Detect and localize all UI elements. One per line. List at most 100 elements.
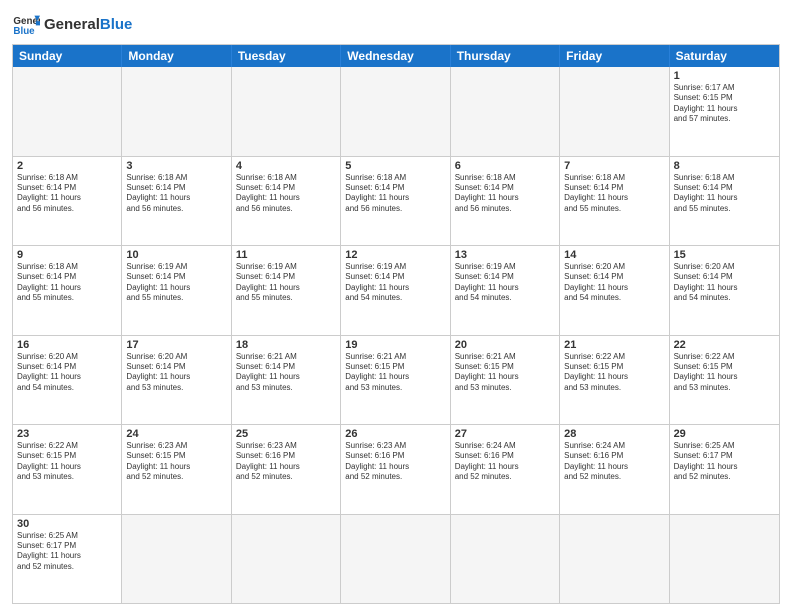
day-cell-9: 9Sunrise: 6:18 AM Sunset: 6:14 PM Daylig… xyxy=(13,246,122,335)
cell-info: Sunrise: 6:22 AM Sunset: 6:15 PM Dayligh… xyxy=(674,352,775,394)
day-number: 11 xyxy=(236,249,336,261)
day-number: 14 xyxy=(564,249,664,261)
day-number: 25 xyxy=(236,428,336,440)
weekday-header-friday: Friday xyxy=(560,45,669,67)
calendar: SundayMondayTuesdayWednesdayThursdayFrid… xyxy=(12,44,780,604)
day-cell-5: 5Sunrise: 6:18 AM Sunset: 6:14 PM Daylig… xyxy=(341,157,450,246)
day-cell-18: 18Sunrise: 6:21 AM Sunset: 6:14 PM Dayli… xyxy=(232,336,341,425)
weekday-header-wednesday: Wednesday xyxy=(341,45,450,67)
day-number: 5 xyxy=(345,160,445,172)
cell-info: Sunrise: 6:21 AM Sunset: 6:15 PM Dayligh… xyxy=(455,352,555,394)
cell-info: Sunrise: 6:19 AM Sunset: 6:14 PM Dayligh… xyxy=(455,262,555,304)
empty-cell-r5c2 xyxy=(232,515,341,604)
day-cell-15: 15Sunrise: 6:20 AM Sunset: 6:14 PM Dayli… xyxy=(670,246,779,335)
cell-info: Sunrise: 6:18 AM Sunset: 6:14 PM Dayligh… xyxy=(126,173,226,215)
day-number: 3 xyxy=(126,160,226,172)
day-cell-8: 8Sunrise: 6:18 AM Sunset: 6:14 PM Daylig… xyxy=(670,157,779,246)
empty-cell-r5c6 xyxy=(670,515,779,604)
cell-info: Sunrise: 6:20 AM Sunset: 6:14 PM Dayligh… xyxy=(564,262,664,304)
cell-info: Sunrise: 6:25 AM Sunset: 6:17 PM Dayligh… xyxy=(17,531,117,573)
cell-info: Sunrise: 6:20 AM Sunset: 6:14 PM Dayligh… xyxy=(17,352,117,394)
cell-info: Sunrise: 6:22 AM Sunset: 6:15 PM Dayligh… xyxy=(17,441,117,483)
calendar-row-5: 30Sunrise: 6:25 AM Sunset: 6:17 PM Dayli… xyxy=(13,514,779,604)
cell-info: Sunrise: 6:24 AM Sunset: 6:16 PM Dayligh… xyxy=(564,441,664,483)
cell-info: Sunrise: 6:18 AM Sunset: 6:14 PM Dayligh… xyxy=(17,173,117,215)
weekday-header-thursday: Thursday xyxy=(451,45,560,67)
day-cell-16: 16Sunrise: 6:20 AM Sunset: 6:14 PM Dayli… xyxy=(13,336,122,425)
empty-cell-r0c3 xyxy=(341,67,450,156)
empty-cell-r0c5 xyxy=(560,67,669,156)
day-number: 30 xyxy=(17,518,117,530)
empty-cell-r0c1 xyxy=(122,67,231,156)
day-number: 26 xyxy=(345,428,445,440)
day-cell-6: 6Sunrise: 6:18 AM Sunset: 6:14 PM Daylig… xyxy=(451,157,560,246)
day-cell-22: 22Sunrise: 6:22 AM Sunset: 6:15 PM Dayli… xyxy=(670,336,779,425)
day-number: 19 xyxy=(345,339,445,351)
cell-info: Sunrise: 6:19 AM Sunset: 6:14 PM Dayligh… xyxy=(345,262,445,304)
day-number: 12 xyxy=(345,249,445,261)
day-number: 21 xyxy=(564,339,664,351)
header: General Blue GeneralBlue xyxy=(12,10,780,38)
day-number: 2 xyxy=(17,160,117,172)
day-cell-11: 11Sunrise: 6:19 AM Sunset: 6:14 PM Dayli… xyxy=(232,246,341,335)
day-cell-23: 23Sunrise: 6:22 AM Sunset: 6:15 PM Dayli… xyxy=(13,425,122,514)
day-cell-21: 21Sunrise: 6:22 AM Sunset: 6:15 PM Dayli… xyxy=(560,336,669,425)
day-number: 7 xyxy=(564,160,664,172)
day-number: 9 xyxy=(17,249,117,261)
calendar-row-4: 23Sunrise: 6:22 AM Sunset: 6:15 PM Dayli… xyxy=(13,424,779,514)
day-number: 15 xyxy=(674,249,775,261)
cell-info: Sunrise: 6:21 AM Sunset: 6:14 PM Dayligh… xyxy=(236,352,336,394)
day-number: 29 xyxy=(674,428,775,440)
day-cell-3: 3Sunrise: 6:18 AM Sunset: 6:14 PM Daylig… xyxy=(122,157,231,246)
empty-cell-r0c4 xyxy=(451,67,560,156)
cell-info: Sunrise: 6:19 AM Sunset: 6:14 PM Dayligh… xyxy=(126,262,226,304)
calendar-row-1: 2Sunrise: 6:18 AM Sunset: 6:14 PM Daylig… xyxy=(13,156,779,246)
page: General Blue GeneralBlue SundayMondayTue… xyxy=(0,0,792,612)
day-number: 4 xyxy=(236,160,336,172)
calendar-body: 1Sunrise: 6:17 AM Sunset: 6:15 PM Daylig… xyxy=(13,67,779,603)
day-cell-2: 2Sunrise: 6:18 AM Sunset: 6:14 PM Daylig… xyxy=(13,157,122,246)
day-number: 27 xyxy=(455,428,555,440)
weekday-header-tuesday: Tuesday xyxy=(232,45,341,67)
cell-info: Sunrise: 6:20 AM Sunset: 6:14 PM Dayligh… xyxy=(674,262,775,304)
day-number: 13 xyxy=(455,249,555,261)
day-number: 8 xyxy=(674,160,775,172)
day-number: 1 xyxy=(674,70,775,82)
day-number: 24 xyxy=(126,428,226,440)
day-number: 6 xyxy=(455,160,555,172)
cell-info: Sunrise: 6:18 AM Sunset: 6:14 PM Dayligh… xyxy=(455,173,555,215)
calendar-row-0: 1Sunrise: 6:17 AM Sunset: 6:15 PM Daylig… xyxy=(13,67,779,156)
cell-info: Sunrise: 6:18 AM Sunset: 6:14 PM Dayligh… xyxy=(564,173,664,215)
calendar-row-2: 9Sunrise: 6:18 AM Sunset: 6:14 PM Daylig… xyxy=(13,245,779,335)
cell-info: Sunrise: 6:20 AM Sunset: 6:14 PM Dayligh… xyxy=(126,352,226,394)
cell-info: Sunrise: 6:18 AM Sunset: 6:14 PM Dayligh… xyxy=(17,262,117,304)
day-cell-17: 17Sunrise: 6:20 AM Sunset: 6:14 PM Dayli… xyxy=(122,336,231,425)
day-cell-19: 19Sunrise: 6:21 AM Sunset: 6:15 PM Dayli… xyxy=(341,336,450,425)
empty-cell-r5c3 xyxy=(341,515,450,604)
cell-info: Sunrise: 6:22 AM Sunset: 6:15 PM Dayligh… xyxy=(564,352,664,394)
svg-text:Blue: Blue xyxy=(13,26,35,37)
cell-info: Sunrise: 6:18 AM Sunset: 6:14 PM Dayligh… xyxy=(236,173,336,215)
weekday-header-sunday: Sunday xyxy=(13,45,122,67)
day-cell-26: 26Sunrise: 6:23 AM Sunset: 6:16 PM Dayli… xyxy=(341,425,450,514)
empty-cell-r5c1 xyxy=(122,515,231,604)
day-cell-1: 1Sunrise: 6:17 AM Sunset: 6:15 PM Daylig… xyxy=(670,67,779,156)
cell-info: Sunrise: 6:18 AM Sunset: 6:14 PM Dayligh… xyxy=(674,173,775,215)
day-number: 10 xyxy=(126,249,226,261)
cell-info: Sunrise: 6:23 AM Sunset: 6:16 PM Dayligh… xyxy=(345,441,445,483)
day-cell-10: 10Sunrise: 6:19 AM Sunset: 6:14 PM Dayli… xyxy=(122,246,231,335)
logo: General Blue GeneralBlue xyxy=(12,10,132,38)
cell-info: Sunrise: 6:23 AM Sunset: 6:16 PM Dayligh… xyxy=(236,441,336,483)
cell-info: Sunrise: 6:25 AM Sunset: 6:17 PM Dayligh… xyxy=(674,441,775,483)
day-number: 20 xyxy=(455,339,555,351)
day-cell-12: 12Sunrise: 6:19 AM Sunset: 6:14 PM Dayli… xyxy=(341,246,450,335)
day-cell-29: 29Sunrise: 6:25 AM Sunset: 6:17 PM Dayli… xyxy=(670,425,779,514)
empty-cell-r0c2 xyxy=(232,67,341,156)
empty-cell-r5c4 xyxy=(451,515,560,604)
day-number: 18 xyxy=(236,339,336,351)
day-cell-7: 7Sunrise: 6:18 AM Sunset: 6:14 PM Daylig… xyxy=(560,157,669,246)
day-cell-24: 24Sunrise: 6:23 AM Sunset: 6:15 PM Dayli… xyxy=(122,425,231,514)
weekday-header-monday: Monday xyxy=(122,45,231,67)
weekday-header-saturday: Saturday xyxy=(670,45,779,67)
day-number: 28 xyxy=(564,428,664,440)
